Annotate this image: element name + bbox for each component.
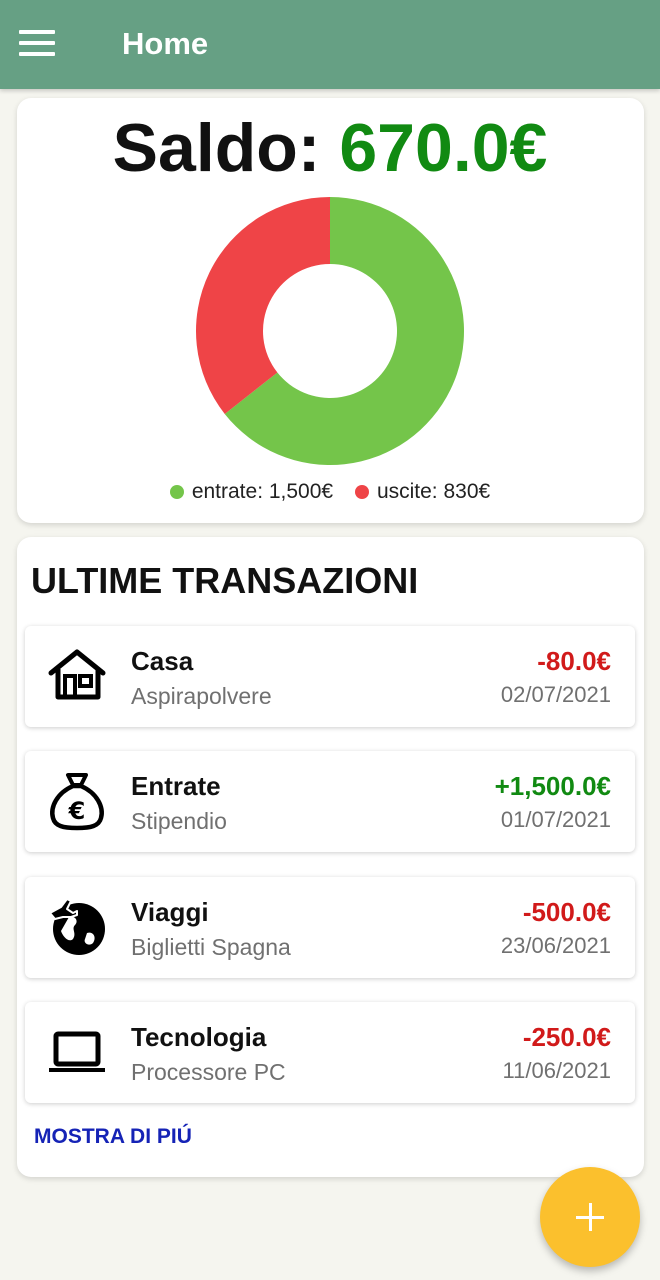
balance-donut-chart — [196, 197, 465, 465]
transaction-date: 11/06/2021 — [502, 1058, 611, 1083]
balance-amount: 670.0€ — [339, 110, 548, 186]
show-more-button[interactable]: MOSTRA DI PIÚ — [34, 1124, 192, 1150]
transaction-row-viaggi[interactable]: Viaggi Biglietti Spagna -500.0€ 23/06/20… — [25, 877, 635, 978]
transaction-row-tecnologia[interactable]: Tecnologia Processore PC -250.0€ 11/06/2… — [25, 1002, 635, 1103]
transaction-amount: -250.0€ — [522, 1022, 611, 1052]
page-title: Home — [122, 26, 209, 61]
transaction-description: Biglietti Spagna — [131, 934, 291, 960]
svg-text:€: € — [68, 797, 86, 825]
transaction-date: 23/06/2021 — [500, 933, 611, 958]
legend-label-uscite: uscite: 830€ — [376, 480, 491, 503]
transaction-date: 01/07/2021 — [500, 807, 611, 832]
donut-slice-uscite — [196, 197, 330, 414]
legend-item-entrate: entrate: 1,500€ — [169, 478, 334, 506]
transactions-heading: ULTIME TRANSAZIONI — [31, 560, 419, 601]
transaction-amount: +1,500.0€ — [494, 771, 611, 801]
balance-label: Saldo: — [112, 110, 321, 186]
transaction-category: Entrate — [131, 771, 221, 801]
legend-dot-entrate — [169, 485, 184, 499]
app-bar: Home — [0, 0, 660, 89]
add-transaction-button[interactable] — [540, 1167, 640, 1267]
hamburger-menu-icon[interactable] — [19, 30, 55, 56]
transaction-description: Processore PC — [131, 1059, 286, 1085]
transaction-amount: -80.0€ — [537, 646, 611, 676]
transaction-category: Viaggi — [131, 897, 209, 927]
laptop-icon — [49, 1031, 105, 1072]
balance-heading: Saldo: 670.0€ — [0, 108, 660, 188]
legend-label-entrate: entrate: 1,500€ — [191, 480, 334, 503]
transaction-date: 02/07/2021 — [500, 682, 611, 707]
legend-dot-uscite — [354, 485, 369, 499]
travel-globe-icon — [49, 898, 105, 955]
transaction-category: Casa — [131, 646, 194, 676]
chart-legend: entrate: 1,500€ uscite: 830€ — [0, 478, 660, 506]
transaction-description: Aspirapolvere — [131, 683, 272, 709]
house-icon — [48, 649, 106, 700]
transaction-amount: -500.0€ — [522, 897, 611, 927]
transaction-row-casa[interactable]: Casa Aspirapolvere -80.0€ 02/07/2021 — [25, 626, 635, 727]
transaction-row-entrate[interactable]: € Entrate Stipendio +1,500.0€ 01/07/2021 — [25, 751, 635, 852]
money-bag-euro-icon: € — [50, 773, 104, 831]
legend-item-uscite: uscite: 830€ — [354, 478, 491, 506]
transaction-category: Tecnologia — [131, 1022, 267, 1052]
transaction-description: Stipendio — [131, 808, 227, 834]
